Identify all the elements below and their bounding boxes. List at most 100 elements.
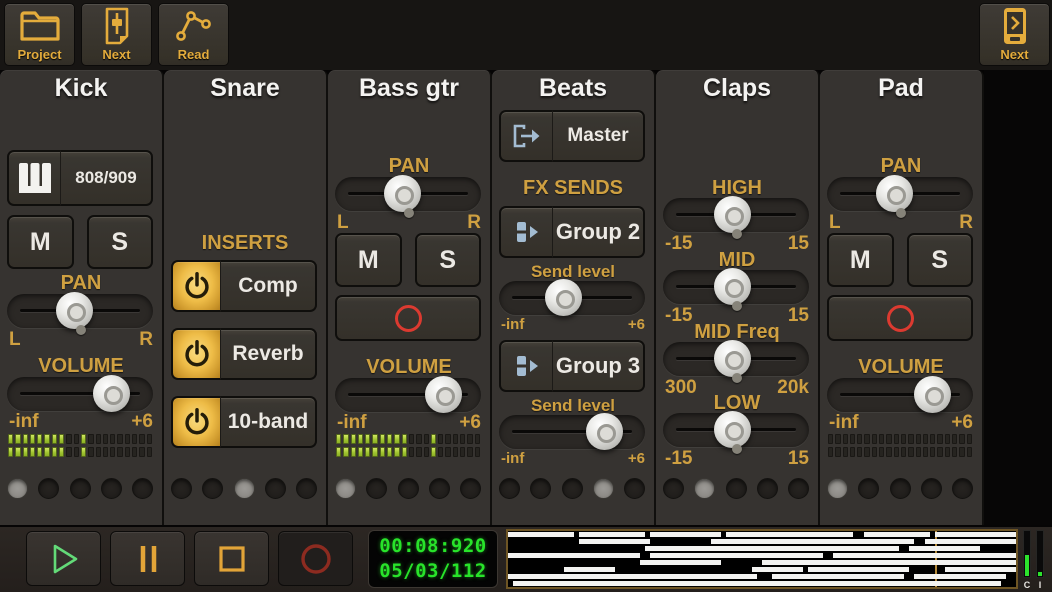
volume-knob[interactable] [425, 376, 462, 413]
pan-slider[interactable] [335, 177, 481, 211]
arrangement-overview[interactable] [506, 529, 1018, 589]
insert-button[interactable]: Comp [221, 260, 317, 312]
eq-midfreq-slider[interactable] [663, 342, 809, 376]
play-button[interactable] [26, 531, 101, 586]
page-dot[interactable] [296, 478, 317, 499]
page-dot[interactable] [858, 478, 879, 499]
page-dot[interactable] [171, 478, 192, 499]
slider-groove[interactable] [663, 270, 809, 304]
pause-button[interactable] [110, 531, 185, 586]
pan-knob[interactable] [876, 175, 913, 212]
send-level-knob[interactable] [586, 413, 623, 450]
insert-power-button[interactable] [171, 328, 221, 380]
instrument-button[interactable] [7, 150, 61, 206]
page-dot[interactable] [265, 478, 286, 499]
next-track-button[interactable]: Next [81, 3, 152, 66]
page-dot[interactable] [499, 478, 520, 499]
eq-knob[interactable] [714, 411, 751, 448]
volume-slider[interactable] [335, 378, 481, 412]
page-dot[interactable] [624, 478, 645, 499]
solo-button[interactable]: S [907, 233, 974, 287]
page-dot[interactable] [788, 478, 809, 499]
slider-groove[interactable] [827, 378, 973, 412]
volume-knob[interactable] [93, 375, 130, 412]
stop-button[interactable] [194, 531, 269, 586]
send-level-slider[interactable] [499, 281, 645, 315]
page-dot[interactable] [7, 478, 28, 499]
page-dot[interactable] [398, 478, 419, 499]
insert-power-button[interactable] [171, 260, 221, 312]
mute-button[interactable]: M [335, 233, 402, 287]
page-dot[interactable] [530, 478, 551, 499]
record-button[interactable] [278, 531, 353, 586]
page-dot[interactable] [70, 478, 91, 499]
send-level-knob[interactable] [545, 279, 582, 316]
next-screen-button[interactable]: Next [979, 3, 1050, 66]
page-dot[interactable] [890, 478, 911, 499]
page-dot[interactable] [562, 478, 583, 499]
pan-knob[interactable] [56, 292, 93, 329]
volume-slider[interactable] [7, 377, 153, 411]
eq-mid-slider[interactable] [663, 270, 809, 304]
record-arm-button[interactable] [335, 295, 481, 341]
eq-low-slider[interactable] [663, 413, 809, 447]
volume-knob[interactable] [914, 376, 951, 413]
page-dot[interactable] [921, 478, 942, 499]
mute-button[interactable]: M [827, 233, 894, 287]
insert-power-button[interactable] [171, 396, 221, 448]
page-dot[interactable] [38, 478, 59, 499]
eq-knob[interactable] [714, 340, 751, 377]
page-dot[interactable] [202, 478, 223, 499]
automation-read-button[interactable]: Read [158, 3, 229, 66]
project-button[interactable]: Project [4, 3, 75, 66]
page-dot[interactable] [429, 478, 450, 499]
send-level-slider[interactable] [499, 415, 645, 449]
record-arm-button[interactable] [827, 295, 973, 341]
page-dot[interactable] [726, 478, 747, 499]
solo-button[interactable]: S [87, 215, 154, 269]
audio-clip [808, 567, 910, 573]
eq-knob[interactable] [714, 196, 751, 233]
slider-groove[interactable] [7, 294, 153, 328]
preset-button[interactable]: 808/909 [61, 150, 153, 206]
slider-groove[interactable] [499, 281, 645, 315]
send-route-button[interactable] [499, 340, 553, 392]
page-dot[interactable] [757, 478, 778, 499]
eq-knob[interactable] [714, 268, 751, 305]
audio-clip [762, 560, 1016, 566]
slider-groove[interactable] [499, 415, 645, 449]
page-dot[interactable] [694, 478, 715, 499]
output-route-button[interactable] [499, 110, 553, 162]
page-dot[interactable] [827, 478, 848, 499]
slider-groove[interactable] [663, 342, 809, 376]
send-bus-button[interactable]: Group 3 [553, 340, 645, 392]
mute-button[interactable]: M [7, 215, 74, 269]
slider-groove[interactable] [7, 377, 153, 411]
slider-groove[interactable] [663, 198, 809, 232]
page-dot[interactable] [132, 478, 153, 499]
page-dot[interactable] [366, 478, 387, 499]
page-dot[interactable] [952, 478, 973, 499]
insert-button[interactable]: Reverb [221, 328, 317, 380]
pan-slider[interactable] [827, 177, 973, 211]
volume-slider[interactable] [827, 378, 973, 412]
slider-groove[interactable] [827, 177, 973, 211]
slider-groove[interactable] [335, 378, 481, 412]
page-dot[interactable] [101, 478, 122, 499]
solo-button[interactable]: S [415, 233, 482, 287]
output-bus-button[interactable]: Master [553, 110, 645, 162]
page-dot[interactable] [663, 478, 684, 499]
page-dot[interactable] [335, 478, 356, 499]
pan-slider[interactable] [7, 294, 153, 328]
send-bus-button[interactable]: Group 2 [553, 206, 645, 258]
page-dot[interactable] [234, 478, 255, 499]
insert-button[interactable]: 10-band [221, 396, 317, 448]
slider-groove[interactable] [663, 413, 809, 447]
send-route-button[interactable] [499, 206, 553, 258]
meter-segment [937, 434, 942, 444]
page-dot[interactable] [593, 478, 614, 499]
eq-high-slider[interactable] [663, 198, 809, 232]
slider-groove[interactable] [335, 177, 481, 211]
pan-knob[interactable] [384, 175, 421, 212]
page-dot[interactable] [460, 478, 481, 499]
